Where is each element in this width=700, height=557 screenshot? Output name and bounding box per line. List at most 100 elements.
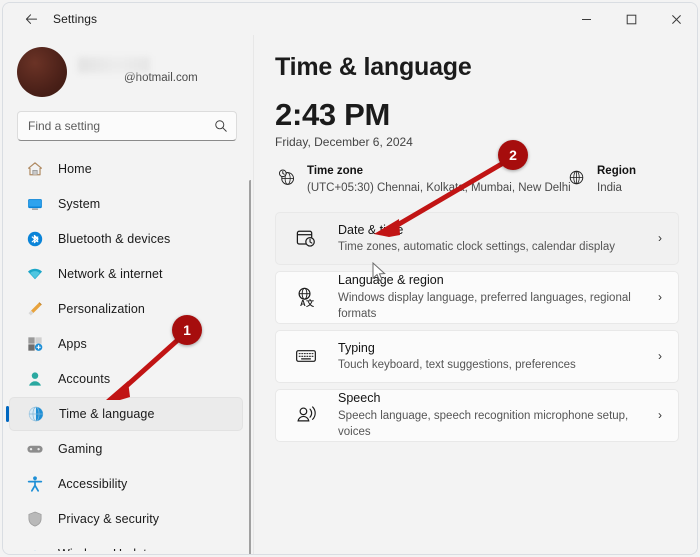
- card-typing[interactable]: Typing Touch keyboard, text suggestions,…: [275, 329, 679, 383]
- account-email: @hotmail.com: [124, 72, 198, 85]
- timezone-block: Time zone (UTC+05:30) Chennai, Kolkata, …: [275, 164, 571, 196]
- svg-text:文: 文: [306, 298, 314, 308]
- close-button[interactable]: [654, 3, 697, 35]
- sidebar-item-accessibility[interactable]: Accessibility: [9, 467, 243, 501]
- wifi-icon: [25, 264, 45, 284]
- card-date-time[interactable]: Date & time Time zones, automatic clock …: [275, 211, 679, 265]
- card-language-region[interactable]: A 文 Language & region Windows display la…: [275, 270, 679, 324]
- account-name-redacted: [78, 57, 150, 74]
- region-block: Region India: [565, 164, 636, 196]
- sidebar-item-label: Gaming: [58, 442, 103, 456]
- card-title: Language & region: [338, 273, 444, 288]
- sidebar-item-network-internet[interactable]: Network & internet: [9, 257, 243, 291]
- time-language-icon: [26, 404, 46, 424]
- card-subtitle: Time zones, automatic clock settings, ca…: [338, 240, 615, 253]
- sidebar-item-label: Accessibility: [58, 477, 128, 491]
- paintbrush-icon: [25, 299, 45, 319]
- sidebar-item-gaming[interactable]: Gaming: [9, 432, 243, 466]
- svg-text:A: A: [300, 299, 306, 308]
- card-title: Date & time: [338, 222, 404, 237]
- sidebar-item-label: Time & language: [59, 407, 155, 421]
- main-content: Time & language 2:43 PM Friday, December…: [254, 35, 697, 554]
- page-title: Time & language: [275, 53, 472, 81]
- timezone-title: Time zone: [307, 165, 364, 177]
- chevron-right-icon[interactable]: ›: [658, 408, 662, 422]
- title-bar: Settings: [3, 3, 697, 35]
- sidebar-item-label: Bluetooth & devices: [58, 232, 171, 246]
- search-input[interactable]: [18, 112, 198, 140]
- search-box[interactable]: [17, 111, 237, 141]
- globe-clock-icon: [275, 166, 297, 188]
- sidebar-item-label: System: [58, 197, 101, 211]
- account-person-icon: [25, 369, 45, 389]
- window-controls: [564, 3, 697, 35]
- current-time: 2:43 PM: [275, 97, 391, 132]
- minimize-button[interactable]: [564, 3, 609, 35]
- settings-cards: Date & time Time zones, automatic clock …: [275, 211, 679, 442]
- region-text: Region India: [597, 164, 636, 196]
- chevron-right-icon[interactable]: ›: [658, 349, 662, 363]
- maximize-icon: [626, 14, 637, 24]
- card-subtitle: Windows display language, preferred lang…: [338, 291, 631, 321]
- card-text: Language & region Windows display langua…: [338, 271, 658, 322]
- sidebar-scrollbar[interactable]: [249, 180, 251, 554]
- timezone-region-row: Time zone (UTC+05:30) Chennai, Kolkata, …: [275, 164, 679, 196]
- region-title: Region: [597, 165, 636, 177]
- timezone-text: Time zone (UTC+05:30) Chennai, Kolkata, …: [307, 164, 571, 196]
- back-button[interactable]: [15, 5, 47, 33]
- card-title: Typing: [338, 340, 375, 355]
- close-icon: [672, 14, 681, 24]
- sidebar-item-label: Windows Update: [58, 547, 154, 551]
- card-text: Date & time Time zones, automatic clock …: [338, 221, 658, 256]
- keyboard-icon: [294, 344, 318, 368]
- chevron-right-icon[interactable]: ›: [658, 290, 662, 304]
- sidebar: @hotmail.com Find a setting Home System …: [3, 35, 251, 554]
- sidebar-item-system[interactable]: System: [9, 187, 243, 221]
- region-value: India: [597, 181, 622, 194]
- search-wrapper: [3, 107, 251, 151]
- home-icon: [25, 159, 45, 179]
- windows-update-icon: [25, 544, 45, 551]
- sidebar-item-bluetooth-devices[interactable]: Bluetooth & devices: [9, 222, 243, 256]
- sidebar-item-label: Apps: [58, 337, 87, 351]
- sidebar-nav: Home System Bluetooth & devices Network …: [3, 151, 251, 551]
- current-date: Friday, December 6, 2024: [275, 135, 413, 149]
- chevron-right-icon[interactable]: ›: [658, 231, 662, 245]
- account-text: @hotmail.com: [78, 57, 198, 87]
- system-monitor-icon: [25, 194, 45, 214]
- search-icon[interactable]: [214, 119, 228, 138]
- shield-icon: [25, 509, 45, 529]
- sidebar-item-label: Home: [58, 162, 92, 176]
- apps-icon: [25, 334, 45, 354]
- accessibility-icon: [25, 474, 45, 494]
- card-text: Speech Speech language, speech recogniti…: [338, 389, 658, 440]
- window-title: Settings: [53, 12, 98, 26]
- sidebar-item-label: Privacy & security: [58, 512, 160, 526]
- sidebar-item-windows-update[interactable]: Windows Update: [9, 537, 243, 551]
- maximize-button[interactable]: [609, 3, 654, 35]
- gamepad-icon: [25, 439, 45, 459]
- bluetooth-icon: [25, 229, 45, 249]
- settings-window: Settings @hotmail.com Find a setting Hom…: [0, 0, 700, 557]
- card-speech[interactable]: Speech Speech language, speech recogniti…: [275, 388, 679, 442]
- sidebar-item-personalization[interactable]: Personalization: [9, 292, 243, 326]
- sidebar-item-label: Network & internet: [58, 267, 163, 281]
- window-frame: Settings @hotmail.com Find a setting Hom…: [2, 2, 698, 555]
- language-globe-icon: A 文: [294, 285, 318, 309]
- avatar: [17, 47, 67, 97]
- sidebar-item-apps[interactable]: Apps: [9, 327, 243, 361]
- globe-icon: [565, 166, 587, 188]
- card-text: Typing Touch keyboard, text suggestions,…: [338, 339, 658, 374]
- sidebar-item-privacy-security[interactable]: Privacy & security: [9, 502, 243, 536]
- card-title: Speech: [338, 391, 381, 406]
- sidebar-item-time-language[interactable]: Time & language: [9, 397, 243, 431]
- sidebar-item-accounts[interactable]: Accounts: [9, 362, 243, 396]
- account-block[interactable]: @hotmail.com: [3, 35, 251, 107]
- sidebar-scrollbar-thumb[interactable]: [249, 180, 251, 554]
- calendar-clock-icon: [294, 226, 318, 250]
- minimize-icon: [582, 18, 591, 20]
- sidebar-item-label: Accounts: [58, 372, 111, 386]
- sidebar-item-home[interactable]: Home: [9, 152, 243, 186]
- timezone-value: (UTC+05:30) Chennai, Kolkata, Mumbai, Ne…: [307, 181, 571, 194]
- back-arrow-icon: [25, 13, 37, 24]
